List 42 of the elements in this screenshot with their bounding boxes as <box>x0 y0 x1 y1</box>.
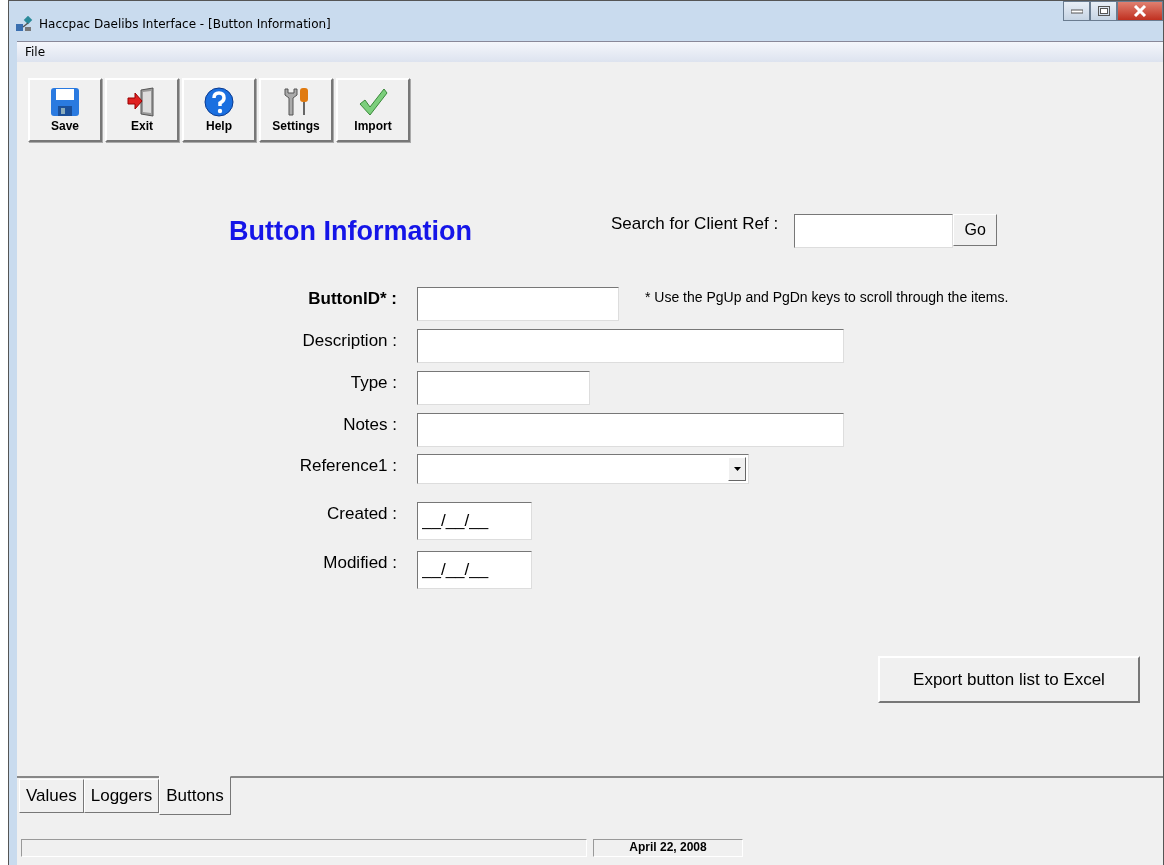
input-field[interactable] <box>417 371 590 405</box>
hint-text: * Use the PgUp and PgDn keys to scroll through the items. <box>645 289 1009 305</box>
search-field[interactable] <box>794 214 954 248</box>
dropdown-field[interactable] <box>417 454 749 484</box>
field-label: Created : <box>326 504 397 524</box>
close-icon <box>1133 5 1147 17</box>
maximize-button[interactable] <box>1090 1 1117 21</box>
date-field[interactable]: __/__/__ <box>417 502 532 540</box>
tab[interactable]: Values <box>19 779 84 813</box>
tab[interactable]: Buttons <box>159 776 231 815</box>
form-heading: Button Information <box>229 216 472 247</box>
menu-item[interactable]: File <box>17 45 54 59</box>
minimize-button[interactable] <box>1063 1 1090 21</box>
door-arrow-icon <box>127 87 157 117</box>
window-title: Haccpac Daelibs Interface - [Button Information] <box>39 17 331 31</box>
toolbar-button[interactable]: Settings <box>259 78 333 142</box>
checkmark-icon <box>358 87 388 117</box>
maximize-icon <box>1097 6 1110 16</box>
input-field[interactable] <box>417 413 844 447</box>
minimize-icon <box>1070 8 1083 14</box>
export-button[interactable]: Export button list to Excel <box>878 656 1140 703</box>
toolbar-button[interactable]: Exit <box>105 78 179 142</box>
field-label: Notes : <box>342 415 397 435</box>
toolbar-button[interactable]: Save <box>28 78 102 142</box>
wrench-screwdriver-icon <box>281 87 311 117</box>
input-field[interactable] <box>417 287 619 321</box>
search-label: Search for Client Ref : <box>610 214 779 234</box>
field-label: Modified : <box>322 553 397 573</box>
status-date: April 22, 2008 <box>593 839 743 857</box>
help-icon <box>204 87 234 117</box>
field-label: Reference1 : <box>298 456 397 476</box>
go-button[interactable]: Go <box>953 214 998 246</box>
network-icon <box>15 16 33 32</box>
field-label: Type : <box>349 373 397 393</box>
toolbar-button[interactable]: Import <box>336 78 410 142</box>
toolbar-button[interactable]: Help <box>182 78 256 142</box>
date-field[interactable]: __/__/__ <box>417 551 532 589</box>
field-label: ButtonID* : <box>307 289 397 309</box>
close-button[interactable] <box>1117 1 1163 21</box>
field-label: Description : <box>301 331 397 351</box>
input-field[interactable] <box>417 329 844 363</box>
tab[interactable]: Loggers <box>83 779 160 813</box>
